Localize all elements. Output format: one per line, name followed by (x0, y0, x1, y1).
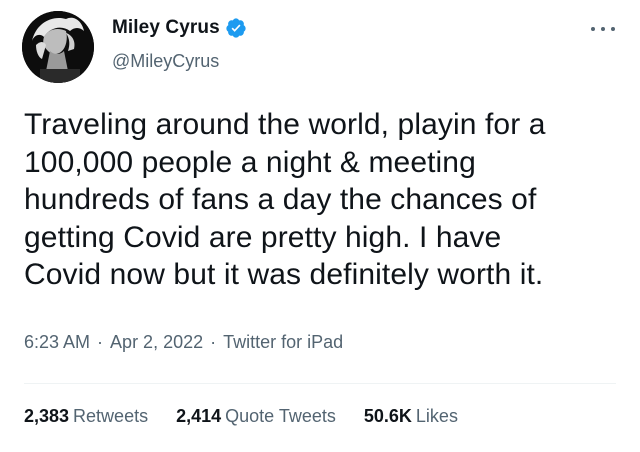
profile-photo (22, 11, 94, 83)
likes-count: 50.6K (363, 406, 412, 426)
meta-separator: · (97, 332, 104, 352)
more-options-icon[interactable] (590, 22, 616, 36)
tweet-source[interactable]: Twitter for iPad (223, 332, 343, 353)
divider (24, 383, 616, 384)
meta-separator: · (210, 332, 217, 352)
likes-label: Likes (415, 406, 458, 426)
quote-tweets-count: 2,414 (176, 406, 222, 426)
tweet-time[interactable]: 6:23 AM (24, 332, 90, 353)
tweet-text-line: Covid now but it was definitely worth it… (24, 258, 544, 291)
author-handle[interactable]: @MileyCyrus (112, 51, 219, 72)
tweet-text-line: hundreds of fans a day the chances of (24, 183, 537, 216)
quote-tweets-label: Quote Tweets (225, 406, 336, 426)
engagement-stats: 2,383 Retweets 2,414 Quote Tweets 50.6K Lik… (24, 406, 486, 427)
tweet-text-line: 100,000 people a night & meeting (24, 145, 476, 179)
retweets-count: 2,383 (24, 406, 70, 426)
quote-tweets-stat[interactable]: 2,414 Quote Tweets (176, 406, 336, 427)
avatar[interactable] (22, 11, 94, 83)
retweets-label: Retweets (73, 406, 149, 426)
retweets-stat[interactable]: 2,383 Retweets (24, 406, 148, 427)
tweet-text-line: getting Covid are pretty high. I have (24, 220, 502, 254)
author-name-row[interactable]: Miley Cyrus (112, 17, 247, 39)
author-display-name[interactable]: Miley Cyrus (112, 17, 220, 39)
tweet-text: Traveling around the world, playin for a… (24, 106, 624, 294)
tweet-text-line: Traveling around the world, playin for a (24, 108, 546, 141)
tweet-date[interactable]: Apr 2, 2022 (110, 332, 203, 353)
verified-badge-icon (226, 18, 246, 38)
tweet-metadata: 6:23 AM · Apr 2, 2022 · Twitter for iPad (24, 332, 343, 353)
likes-stat[interactable]: 50.6K Likes (364, 406, 458, 427)
